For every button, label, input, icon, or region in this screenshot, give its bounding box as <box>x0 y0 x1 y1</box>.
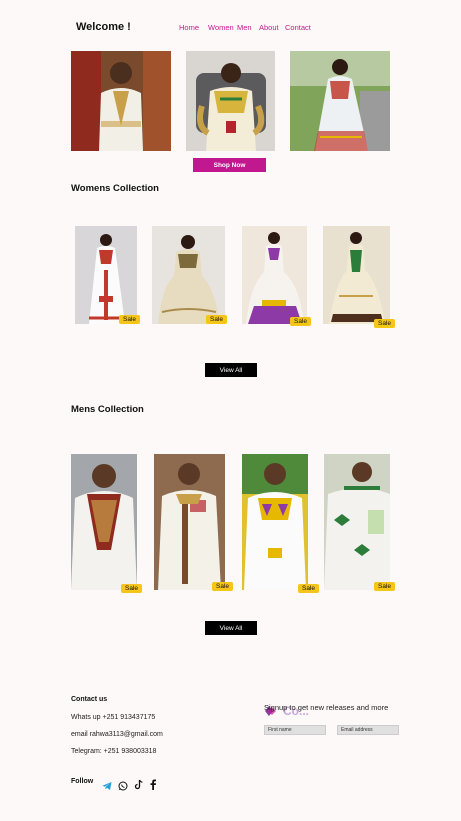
first-name-input[interactable]: First name <box>264 725 326 735</box>
telegram-contact: Telegram: +251 938003318 <box>71 748 157 755</box>
email-address-input[interactable]: Email address <box>337 725 399 735</box>
whatsapp-icon[interactable] <box>118 778 128 791</box>
womens-product-4[interactable]: Sale <box>323 226 396 328</box>
shop-now-button[interactable]: Shop Now <box>193 158 266 172</box>
sale-badge: Sale <box>206 315 228 324</box>
tiktok-icon[interactable] <box>134 777 144 790</box>
mens-view-all-button[interactable]: View All <box>205 621 257 635</box>
womens-collection-title: Womens Collection <box>71 183 159 194</box>
hero-image-woman-outdoor <box>290 51 390 151</box>
contact-title: Contact us <box>71 696 108 703</box>
mens-product-3[interactable]: Sale <box>242 454 320 593</box>
hero-image-man <box>71 51 171 151</box>
sale-badge: Sale <box>374 319 396 328</box>
womens-view-all-button[interactable]: View All <box>205 363 257 377</box>
nav-men[interactable]: Men <box>237 23 252 32</box>
telegram-icon[interactable] <box>102 778 112 790</box>
welcome-title: Welcome ! <box>76 21 131 33</box>
sale-badge: Sale <box>121 584 143 593</box>
sale-badge: Sale <box>290 317 312 326</box>
sale-badge: Sale <box>374 582 396 591</box>
nav-contact[interactable]: Contact <box>285 23 311 32</box>
nav-home[interactable]: Home <box>179 23 199 32</box>
facebook-icon[interactable] <box>149 777 159 790</box>
womens-product-3[interactable]: Sale <box>242 226 312 326</box>
hero-image-woman-seated <box>186 51 286 151</box>
whatsapp-contact: Whats up +251 913437175 <box>71 714 156 721</box>
womens-product-2[interactable]: Sale <box>152 226 228 324</box>
mens-product-4[interactable]: Sale <box>324 454 396 591</box>
womens-product-1[interactable]: Sale <box>75 226 141 324</box>
mens-collection-title: Mens Collection <box>71 404 144 415</box>
signup-text: Signup to get new releases and more <box>264 703 389 712</box>
nav-about[interactable]: About <box>259 23 279 32</box>
sale-badge: Sale <box>119 315 141 324</box>
mens-product-2[interactable]: Sale <box>154 454 234 591</box>
mens-product-1[interactable]: Sale <box>71 454 143 593</box>
follow-label: Follow <box>71 778 94 785</box>
sale-badge: Sale <box>212 582 234 591</box>
email-contact[interactable]: email rahwa3113@gmail.com <box>71 731 163 738</box>
nav-women[interactable]: Women <box>208 23 234 32</box>
sale-badge: Sale <box>298 584 320 593</box>
